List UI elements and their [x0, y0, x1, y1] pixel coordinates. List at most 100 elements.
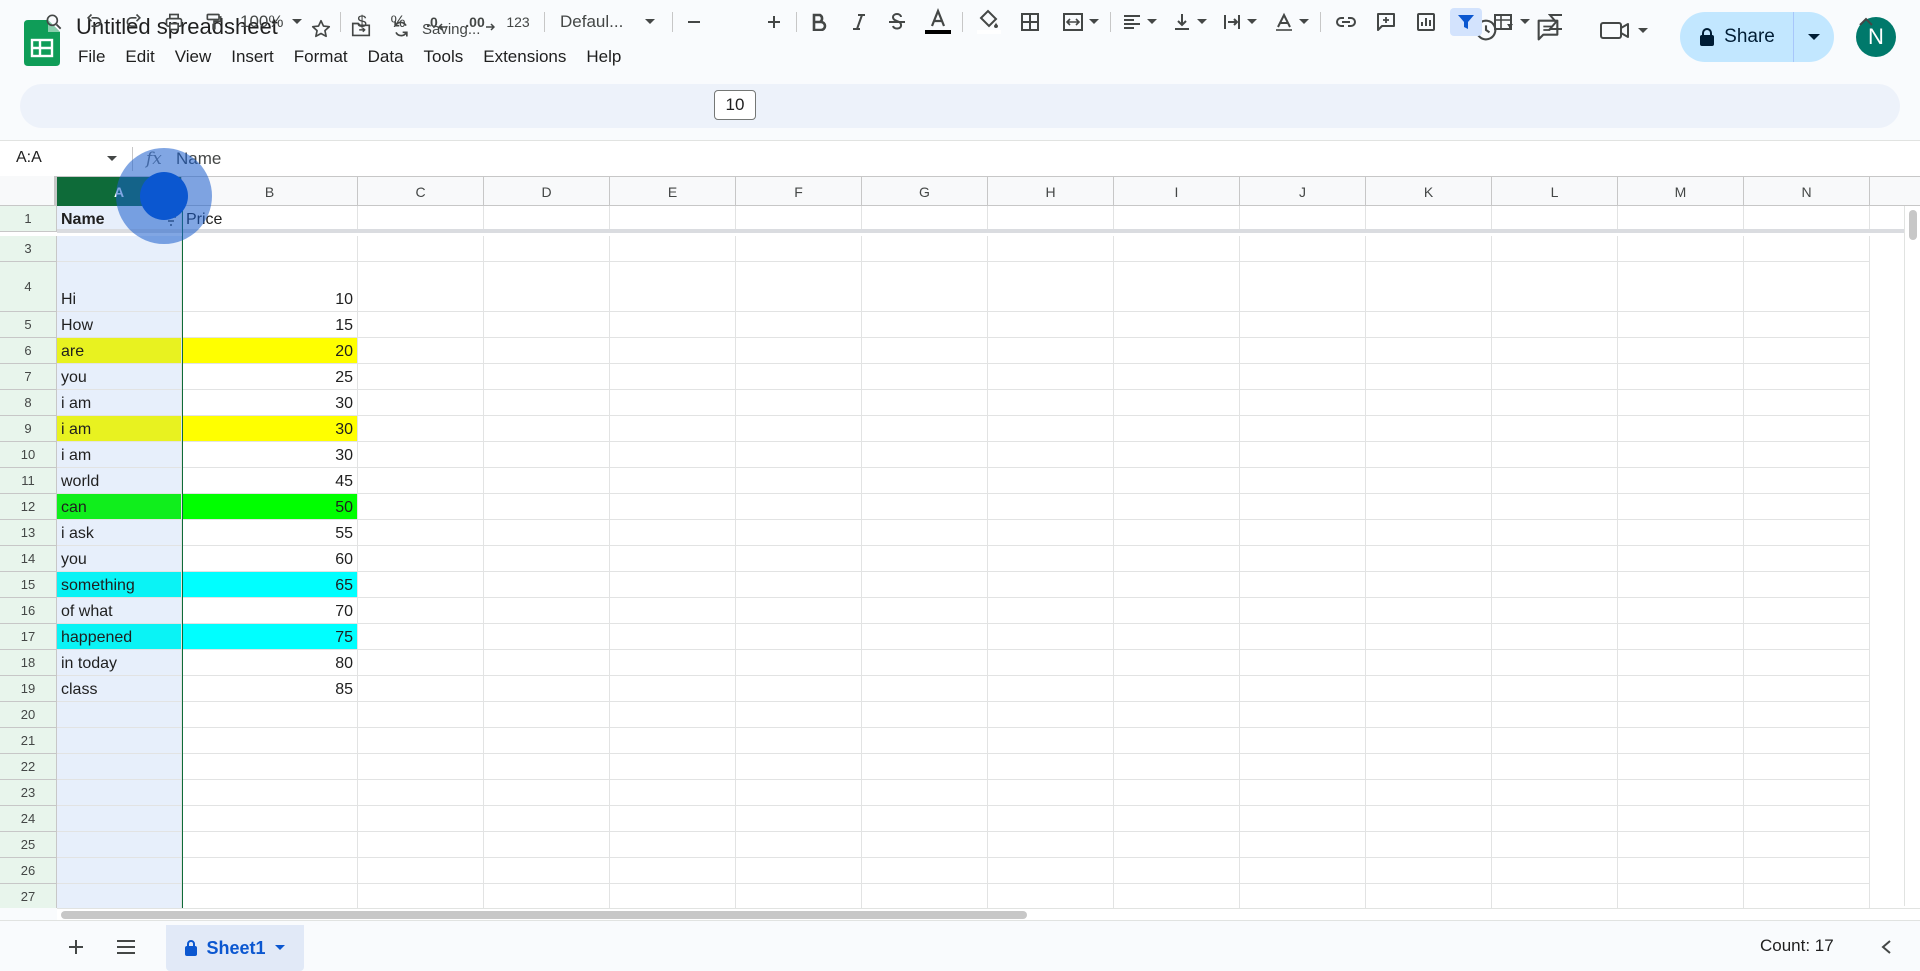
row-header[interactable]: 23 [0, 780, 57, 806]
cell-name[interactable] [57, 754, 182, 780]
row-header[interactable]: 22 [0, 754, 57, 780]
cell-empty[interactable] [1492, 468, 1618, 494]
cell-empty[interactable] [1366, 676, 1492, 702]
cell-empty[interactable] [1240, 520, 1366, 546]
cell-empty[interactable] [610, 468, 736, 494]
cell-empty[interactable] [484, 702, 610, 728]
column-header-l[interactable]: L [1492, 177, 1618, 206]
row-header[interactable]: 26 [0, 858, 57, 884]
row-header[interactable]: 15 [0, 572, 57, 598]
cell-empty[interactable] [1492, 832, 1618, 858]
cell-empty[interactable] [610, 572, 736, 598]
cell-empty[interactable] [1618, 416, 1744, 442]
cell-empty[interactable] [1366, 780, 1492, 806]
cell-empty[interactable] [1240, 338, 1366, 364]
cell-empty[interactable] [1240, 832, 1366, 858]
menu-tools[interactable]: Tools [414, 46, 474, 68]
cell-empty[interactable] [610, 676, 736, 702]
cell-empty[interactable] [358, 442, 484, 468]
cell-empty[interactable] [1240, 806, 1366, 832]
cell-empty[interactable] [736, 390, 862, 416]
cell-empty[interactable] [1240, 546, 1366, 572]
cell-empty[interactable] [988, 624, 1114, 650]
cell-empty[interactable] [862, 624, 988, 650]
cell-name[interactable]: of what [57, 598, 182, 624]
cell-price[interactable]: 80 [182, 650, 358, 676]
cell-empty[interactable] [1240, 702, 1366, 728]
cell-empty[interactable] [736, 312, 862, 338]
cell-empty[interactable] [736, 364, 862, 390]
cell-empty[interactable] [1744, 702, 1870, 728]
cell-empty[interactable] [1618, 390, 1744, 416]
cell-empty[interactable] [1492, 262, 1618, 312]
cell-empty[interactable] [862, 676, 988, 702]
cell-price[interactable] [182, 754, 358, 780]
row-header[interactable]: 19 [0, 676, 57, 702]
cell-empty[interactable] [862, 520, 988, 546]
cell-price[interactable] [182, 832, 358, 858]
cell-empty[interactable] [1114, 806, 1240, 832]
cell-price[interactable]: 65 [182, 572, 358, 598]
cell-empty[interactable] [1744, 884, 1870, 908]
cell-empty[interactable] [610, 858, 736, 884]
cell-empty[interactable] [358, 572, 484, 598]
cell-empty[interactable] [1618, 598, 1744, 624]
cell-price[interactable] [182, 858, 358, 884]
cell-empty[interactable] [1114, 832, 1240, 858]
cell-empty[interactable] [1618, 780, 1744, 806]
cell-empty[interactable] [1618, 650, 1744, 676]
cell-empty[interactable] [484, 884, 610, 908]
cell-empty[interactable] [1744, 364, 1870, 390]
cell-empty[interactable] [1618, 624, 1744, 650]
cell-name[interactable]: are [57, 338, 182, 364]
cell-empty[interactable] [1744, 598, 1870, 624]
cell-empty[interactable] [862, 884, 988, 908]
cell-empty[interactable] [1492, 676, 1618, 702]
cell-name[interactable]: i ask [57, 520, 182, 546]
cell-empty[interactable] [736, 546, 862, 572]
cell-empty[interactable] [1114, 884, 1240, 908]
increase-font-size-icon[interactable] [762, 8, 786, 36]
cell-empty[interactable] [484, 494, 610, 520]
cell-price[interactable]: 30 [182, 442, 358, 468]
cell-empty[interactable] [358, 390, 484, 416]
cell-empty[interactable] [988, 416, 1114, 442]
row-header[interactable]: 6 [0, 338, 57, 364]
cell-empty[interactable] [1744, 624, 1870, 650]
cell-empty[interactable] [736, 520, 862, 546]
cell-empty[interactable] [1618, 236, 1744, 262]
cell-empty[interactable] [1618, 494, 1744, 520]
cell-empty[interactable] [1240, 650, 1366, 676]
cell-empty[interactable] [1744, 858, 1870, 884]
cell-name[interactable]: something [57, 572, 182, 598]
cell-empty[interactable] [1366, 338, 1492, 364]
cell-empty[interactable] [1744, 442, 1870, 468]
insert-chart-icon[interactable] [1412, 8, 1440, 36]
strikethrough-icon[interactable] [884, 8, 910, 36]
cell-name[interactable]: can [57, 494, 182, 520]
cell-empty[interactable] [988, 754, 1114, 780]
cell-empty[interactable] [988, 364, 1114, 390]
cell-empty[interactable] [484, 650, 610, 676]
cell-price[interactable] [182, 728, 358, 754]
cell-empty[interactable] [736, 728, 862, 754]
cell-price[interactable]: 70 [182, 598, 358, 624]
row-header[interactable]: 5 [0, 312, 57, 338]
print-icon[interactable] [160, 8, 188, 36]
row-header[interactable]: 25 [0, 832, 57, 858]
cell-empty[interactable] [988, 702, 1114, 728]
cell-empty[interactable] [1366, 546, 1492, 572]
cell-empty[interactable] [862, 442, 988, 468]
cell-empty[interactable] [610, 546, 736, 572]
cell-name[interactable]: How [57, 312, 182, 338]
cell-empty[interactable] [862, 754, 988, 780]
cell-name[interactable]: Hi [57, 262, 182, 312]
cell-empty[interactable] [1492, 728, 1618, 754]
cell-empty[interactable] [484, 236, 610, 262]
row-header[interactable]: 16 [0, 598, 57, 624]
cell-empty[interactable] [1240, 312, 1366, 338]
cell-empty[interactable] [1366, 702, 1492, 728]
cell-empty[interactable] [862, 390, 988, 416]
cell-empty[interactable] [484, 598, 610, 624]
cell-empty[interactable] [1240, 262, 1366, 312]
